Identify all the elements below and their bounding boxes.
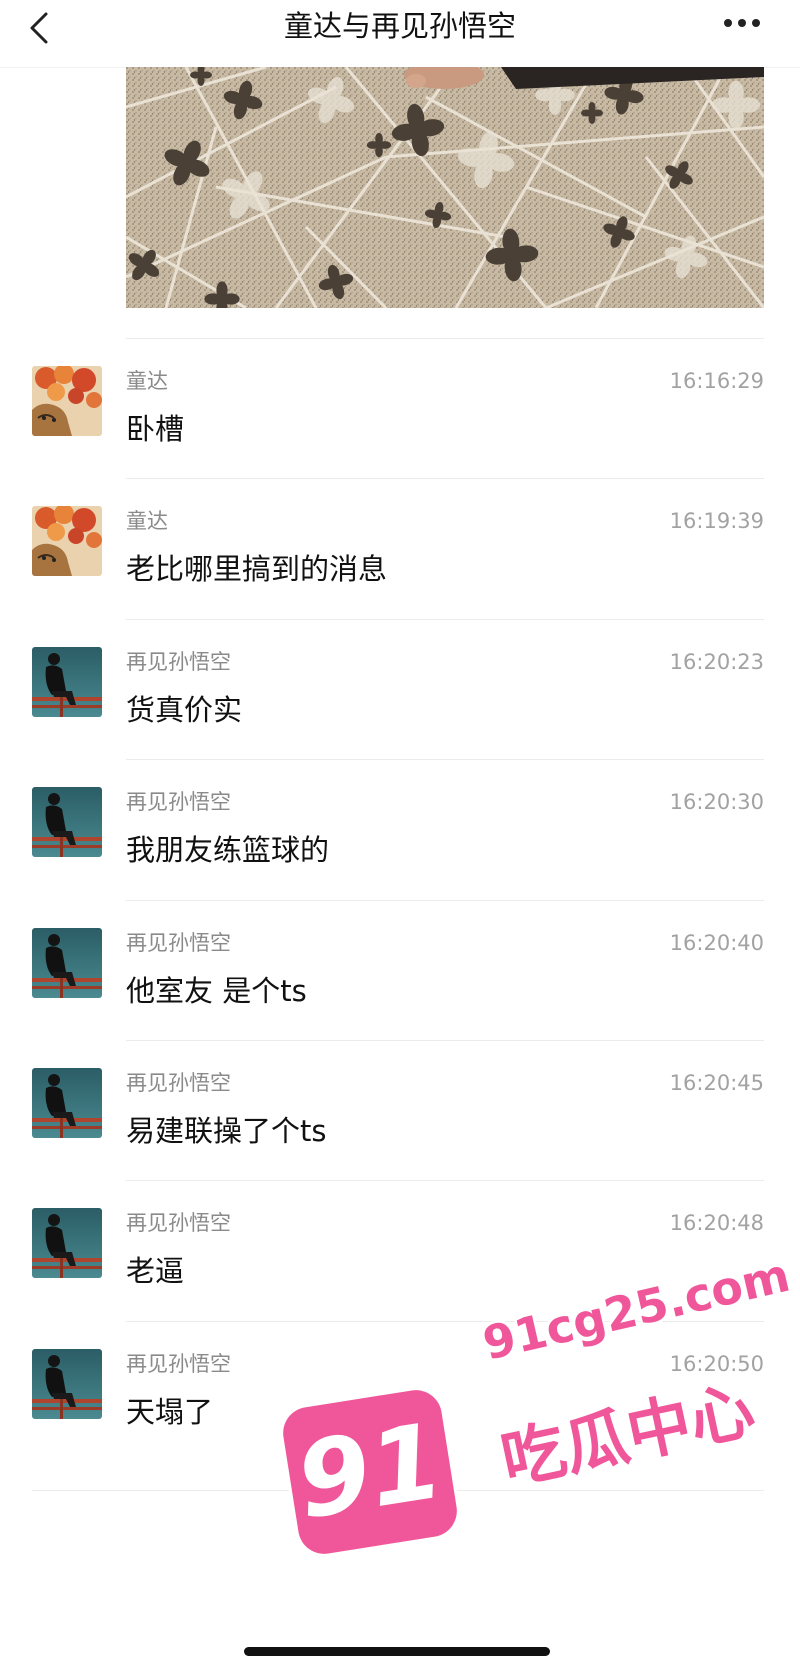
avatar-image	[32, 787, 102, 858]
divider	[126, 1040, 764, 1041]
timestamp: 16:20:40	[669, 930, 764, 955]
message-row[interactable]: 再见孙悟空 16:20:30 我朋友练篮球的	[0, 759, 800, 899]
message-text[interactable]: 天塌了	[126, 1393, 213, 1431]
avatar-image	[32, 1208, 102, 1279]
divider	[126, 478, 764, 480]
timestamp: 16:20:23	[669, 649, 764, 674]
message-text[interactable]: 货真价实	[126, 691, 242, 729]
avatar[interactable]	[32, 787, 102, 858]
carpet-photo	[126, 67, 764, 308]
avatar-image	[32, 646, 102, 717]
sender-name: 再见孙悟空	[126, 649, 231, 674]
sender-name: 再见孙悟空	[126, 1071, 231, 1095]
divider	[126, 1180, 764, 1182]
chevron-left-icon	[30, 12, 48, 44]
sender-name: 童达	[126, 509, 168, 534]
avatar-image	[32, 927, 102, 998]
message-row[interactable]: 再见孙悟空 16:20:23 货真价实	[0, 618, 800, 759]
avatar-image	[32, 1348, 102, 1419]
divider	[126, 759, 764, 761]
timestamp: 16:19:39	[669, 509, 764, 534]
sender-name: 再见孙悟空	[126, 790, 231, 815]
top-bar: 童达与再见孙悟空	[0, 0, 800, 68]
message-text[interactable]: 老比哪里搞到的消息	[126, 550, 387, 588]
chat-history-screen: 童达与再见孙悟空 童达 16:16:29 卧槽 童达 16:19:39 老比哪里…	[0, 0, 800, 1679]
shared-photo[interactable]	[126, 67, 764, 308]
timestamp: 16:20:45	[669, 1071, 764, 1095]
divider	[126, 899, 764, 901]
timestamp: 16:16:29	[669, 369, 764, 393]
more-button[interactable]	[716, 8, 768, 38]
message-row[interactable]: 再见孙悟空 16:20:45 易建联操了个ts	[0, 1040, 800, 1180]
message-text[interactable]: 他室友 是个ts	[126, 972, 307, 1010]
page-title: 童达与再见孙悟空	[283, 9, 516, 43]
message-row[interactable]: 再见孙悟空 16:20:40 他室友 是个ts	[0, 899, 800, 1040]
message-row[interactable]: 童达 16:16:29 卧槽	[0, 338, 800, 478]
watermark-logo-badge: 91	[279, 1386, 461, 1558]
avatar[interactable]	[32, 1208, 102, 1279]
avatar[interactable]	[32, 1068, 102, 1138]
avatar[interactable]	[32, 646, 102, 717]
avatar[interactable]	[32, 506, 102, 577]
avatar-image	[32, 366, 102, 436]
divider	[126, 338, 764, 339]
avatar[interactable]	[32, 366, 102, 436]
message-text[interactable]: 易建联操了个ts	[126, 1112, 326, 1150]
back-button[interactable]	[22, 6, 66, 50]
divider	[126, 618, 764, 620]
avatar-image	[32, 1068, 102, 1138]
watermark-badge-text: 91	[288, 1399, 451, 1543]
sender-name: 再见孙悟空	[126, 1351, 231, 1376]
message-text[interactable]: 我朋友练篮球的	[126, 831, 329, 869]
sender-name: 再见孙悟空	[126, 1211, 231, 1236]
sender-name: 童达	[126, 369, 168, 393]
sender-name: 再见孙悟空	[126, 930, 231, 955]
home-indicator[interactable]	[244, 1647, 550, 1656]
timestamp: 16:20:30	[669, 790, 764, 815]
message-row[interactable]: 童达 16:19:39 老比哪里搞到的消息	[0, 478, 800, 618]
timestamp: 16:20:48	[669, 1211, 764, 1236]
avatar[interactable]	[32, 1348, 102, 1419]
message-text[interactable]: 卧槽	[126, 410, 184, 448]
message-text[interactable]: 老逼	[126, 1252, 184, 1290]
more-horizontal-icon	[724, 19, 760, 27]
avatar-image	[32, 506, 102, 577]
avatar[interactable]	[32, 927, 102, 998]
